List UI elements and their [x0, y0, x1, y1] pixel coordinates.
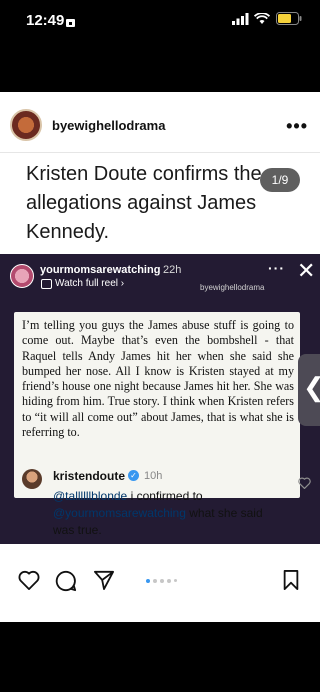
- battery-icon: [276, 12, 302, 25]
- reel-icon: [41, 279, 52, 289]
- verified-icon: ✓: [128, 470, 139, 481]
- carousel-dot: [160, 578, 164, 583]
- carousel-dots: [146, 572, 180, 590]
- more-icon[interactable]: •••: [286, 116, 308, 137]
- status-time: 12:49: [26, 12, 65, 29]
- post-headline: Kristen Doute confirms the allegations a…: [26, 163, 262, 243]
- story-avatar[interactable]: [10, 264, 34, 288]
- comment-time: 10h: [144, 470, 163, 482]
- lock-icon: [66, 19, 75, 27]
- post-username[interactable]: byewighellodrama: [52, 118, 165, 133]
- heart-icon[interactable]: [18, 570, 40, 590]
- divider: [0, 152, 320, 153]
- status-bar: 12:49: [0, 0, 320, 44]
- comment-avatar[interactable]: [22, 469, 42, 489]
- carousel-dot: [146, 578, 150, 583]
- carousel-dot: [153, 578, 157, 583]
- story-more-icon[interactable]: ···: [268, 260, 285, 276]
- mention-link[interactable]: @tallllllblonde: [53, 489, 127, 503]
- story-watermark: byewighellodrama: [200, 283, 265, 292]
- comment-text-part: i confirmed to: [127, 489, 203, 503]
- bookmark-icon[interactable]: [282, 570, 300, 590]
- share-icon[interactable]: [93, 570, 115, 590]
- signal-icon: [232, 13, 249, 25]
- quote-text: I’m telling you guys the James abuse stu…: [22, 318, 294, 440]
- comment-text: @tallllllblonde i confirmed to @yourmoms…: [53, 488, 283, 539]
- heart-icon[interactable]: [298, 477, 311, 489]
- wifi-icon: [254, 13, 270, 24]
- close-icon[interactable]: ✕: [297, 258, 315, 284]
- story-time: 22h: [163, 264, 182, 276]
- carousel-dot: [174, 579, 177, 583]
- story-username[interactable]: yourmomsarewatching: [40, 264, 160, 276]
- page-counter: 1/9: [260, 168, 300, 192]
- comment-username[interactable]: kristendoute: [53, 469, 125, 483]
- post-card: byewighellodrama ••• Kristen Doute confi…: [0, 92, 320, 622]
- avatar[interactable]: [10, 109, 42, 141]
- comment-icon[interactable]: [55, 570, 77, 592]
- watch-full-reel-link[interactable]: Watch full reel ›: [55, 278, 124, 289]
- mention-link[interactable]: @yourmomsarewatching: [53, 506, 186, 520]
- side-handle[interactable]: ❮: [298, 354, 320, 426]
- carousel-dot: [167, 578, 171, 583]
- chevron-left-icon: ❮: [303, 374, 320, 400]
